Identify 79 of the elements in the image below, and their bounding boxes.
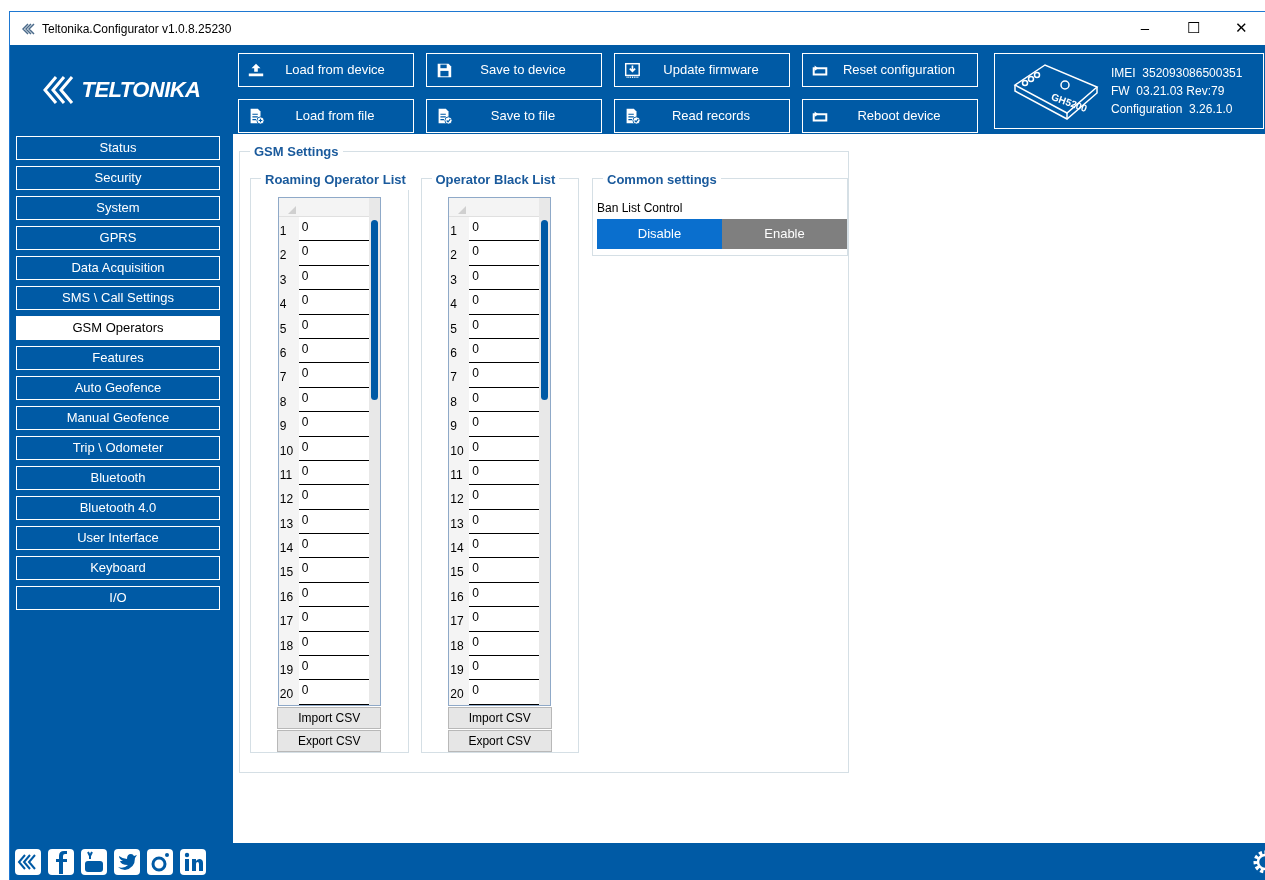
row-number: 6 (278, 338, 299, 364)
row-number: 5 (278, 314, 299, 339)
sidebar-item[interactable]: Data Acquisition (16, 256, 220, 280)
sidebar-item[interactable]: Status (16, 136, 220, 160)
row-number: 15 (278, 558, 299, 583)
toggle-option[interactable]: Disable (597, 219, 722, 249)
toolbar-button[interactable]: Load from file (238, 98, 414, 133)
sidebar-item[interactable]: User Interface (16, 526, 220, 550)
row-number: 1 (278, 217, 299, 242)
close-button[interactable]: ✕ (1217, 12, 1265, 45)
row-number: 7 (449, 363, 470, 388)
row-number: 19 (449, 656, 470, 681)
sidebar-item[interactable]: Keyboard (16, 556, 220, 580)
row-number: 8 (449, 387, 470, 413)
toolbar-button[interactable]: Save to file (426, 98, 602, 133)
row-number: 4 (278, 290, 299, 315)
sidebar-item[interactable]: GPRS (16, 226, 220, 250)
toggle-option[interactable]: Enable (722, 219, 847, 249)
row-number: 3 (278, 265, 299, 291)
row-number: 14 (449, 534, 470, 559)
toolbar-button[interactable]: Reboot device (802, 98, 978, 133)
row-number: 3 (449, 265, 470, 291)
row-number: 1 (449, 217, 470, 242)
row-number: 20 (278, 680, 299, 705)
csv-button[interactable]: Export CSV (447, 729, 552, 752)
row-number: 9 (278, 412, 299, 437)
row-number: 4 (449, 290, 470, 315)
row-number: 18 (449, 631, 470, 657)
window-title: Teltonika.Configurator v1.0.8.25230 (42, 20, 232, 38)
row-number: 12 (278, 485, 299, 510)
minimize-button[interactable]: – (1121, 12, 1169, 45)
device-info-text: FW 03.21.03 Rev:79 (1111, 83, 1226, 100)
row-number: 20 (449, 680, 470, 705)
csv-button[interactable]: Import CSV (447, 706, 552, 729)
device-info-text: IMEI 352093086500351 (1111, 65, 1243, 82)
sidebar-item[interactable]: System (16, 196, 220, 220)
device-info-text: Configuration 3.26.1.0 (1111, 101, 1234, 118)
row-number: 6 (449, 338, 470, 364)
row-number: 16 (278, 582, 299, 608)
toolbar-button[interactable]: Read records (614, 98, 790, 133)
row-number: 2 (449, 241, 470, 266)
csv-button[interactable]: Import CSV (277, 706, 382, 729)
row-number: 5 (449, 314, 470, 339)
sidebar-item[interactable]: Bluetooth (16, 466, 220, 490)
row-number: 11 (449, 460, 470, 486)
row-number: 18 (278, 631, 299, 657)
row-number: 7 (278, 363, 299, 388)
sidebar-item[interactable]: Trip \ Odometer (16, 436, 220, 460)
row-number: 16 (449, 582, 470, 608)
maximize-button[interactable]: ☐ (1169, 12, 1217, 45)
brand-logo-text: TELTONIKA (81, 76, 201, 104)
csv-button[interactable]: Export CSV (277, 729, 382, 752)
row-number: 13 (278, 509, 299, 535)
row-number: 9 (449, 412, 470, 437)
sidebar-item[interactable]: GSM Operators (16, 316, 220, 340)
row-number: 10 (278, 436, 299, 461)
row-number: 17 (449, 607, 470, 632)
row-number: 8 (278, 387, 299, 413)
row-number: 12 (449, 485, 470, 510)
field-label: Ban List Control (597, 200, 684, 217)
toolbar-button[interactable]: Load from device (238, 53, 414, 87)
toolbar-button[interactable]: Update firmware (614, 53, 790, 87)
row-number: 11 (278, 460, 299, 486)
row-number: 13 (449, 509, 470, 535)
toolbar-button[interactable]: Save to device (426, 53, 602, 87)
sidebar-item[interactable]: Bluetooth 4.0 (16, 496, 220, 520)
sidebar-item[interactable]: SMS \ Call Settings (16, 286, 220, 310)
sidebar-item[interactable]: Features (16, 346, 220, 370)
row-number: 10 (449, 436, 470, 461)
toolbar-button[interactable]: Reset configuration (802, 53, 978, 87)
sidebar-item[interactable]: Auto Geofence (16, 376, 220, 400)
row-number: 17 (278, 607, 299, 632)
row-number: 15 (449, 558, 470, 583)
row-number: 2 (278, 241, 299, 266)
sidebar-item[interactable]: Security (16, 166, 220, 190)
row-number: 19 (278, 656, 299, 681)
sidebar-item[interactable]: I/O (16, 586, 220, 610)
row-number: 14 (278, 534, 299, 559)
sidebar-item[interactable]: Manual Geofence (16, 406, 220, 430)
